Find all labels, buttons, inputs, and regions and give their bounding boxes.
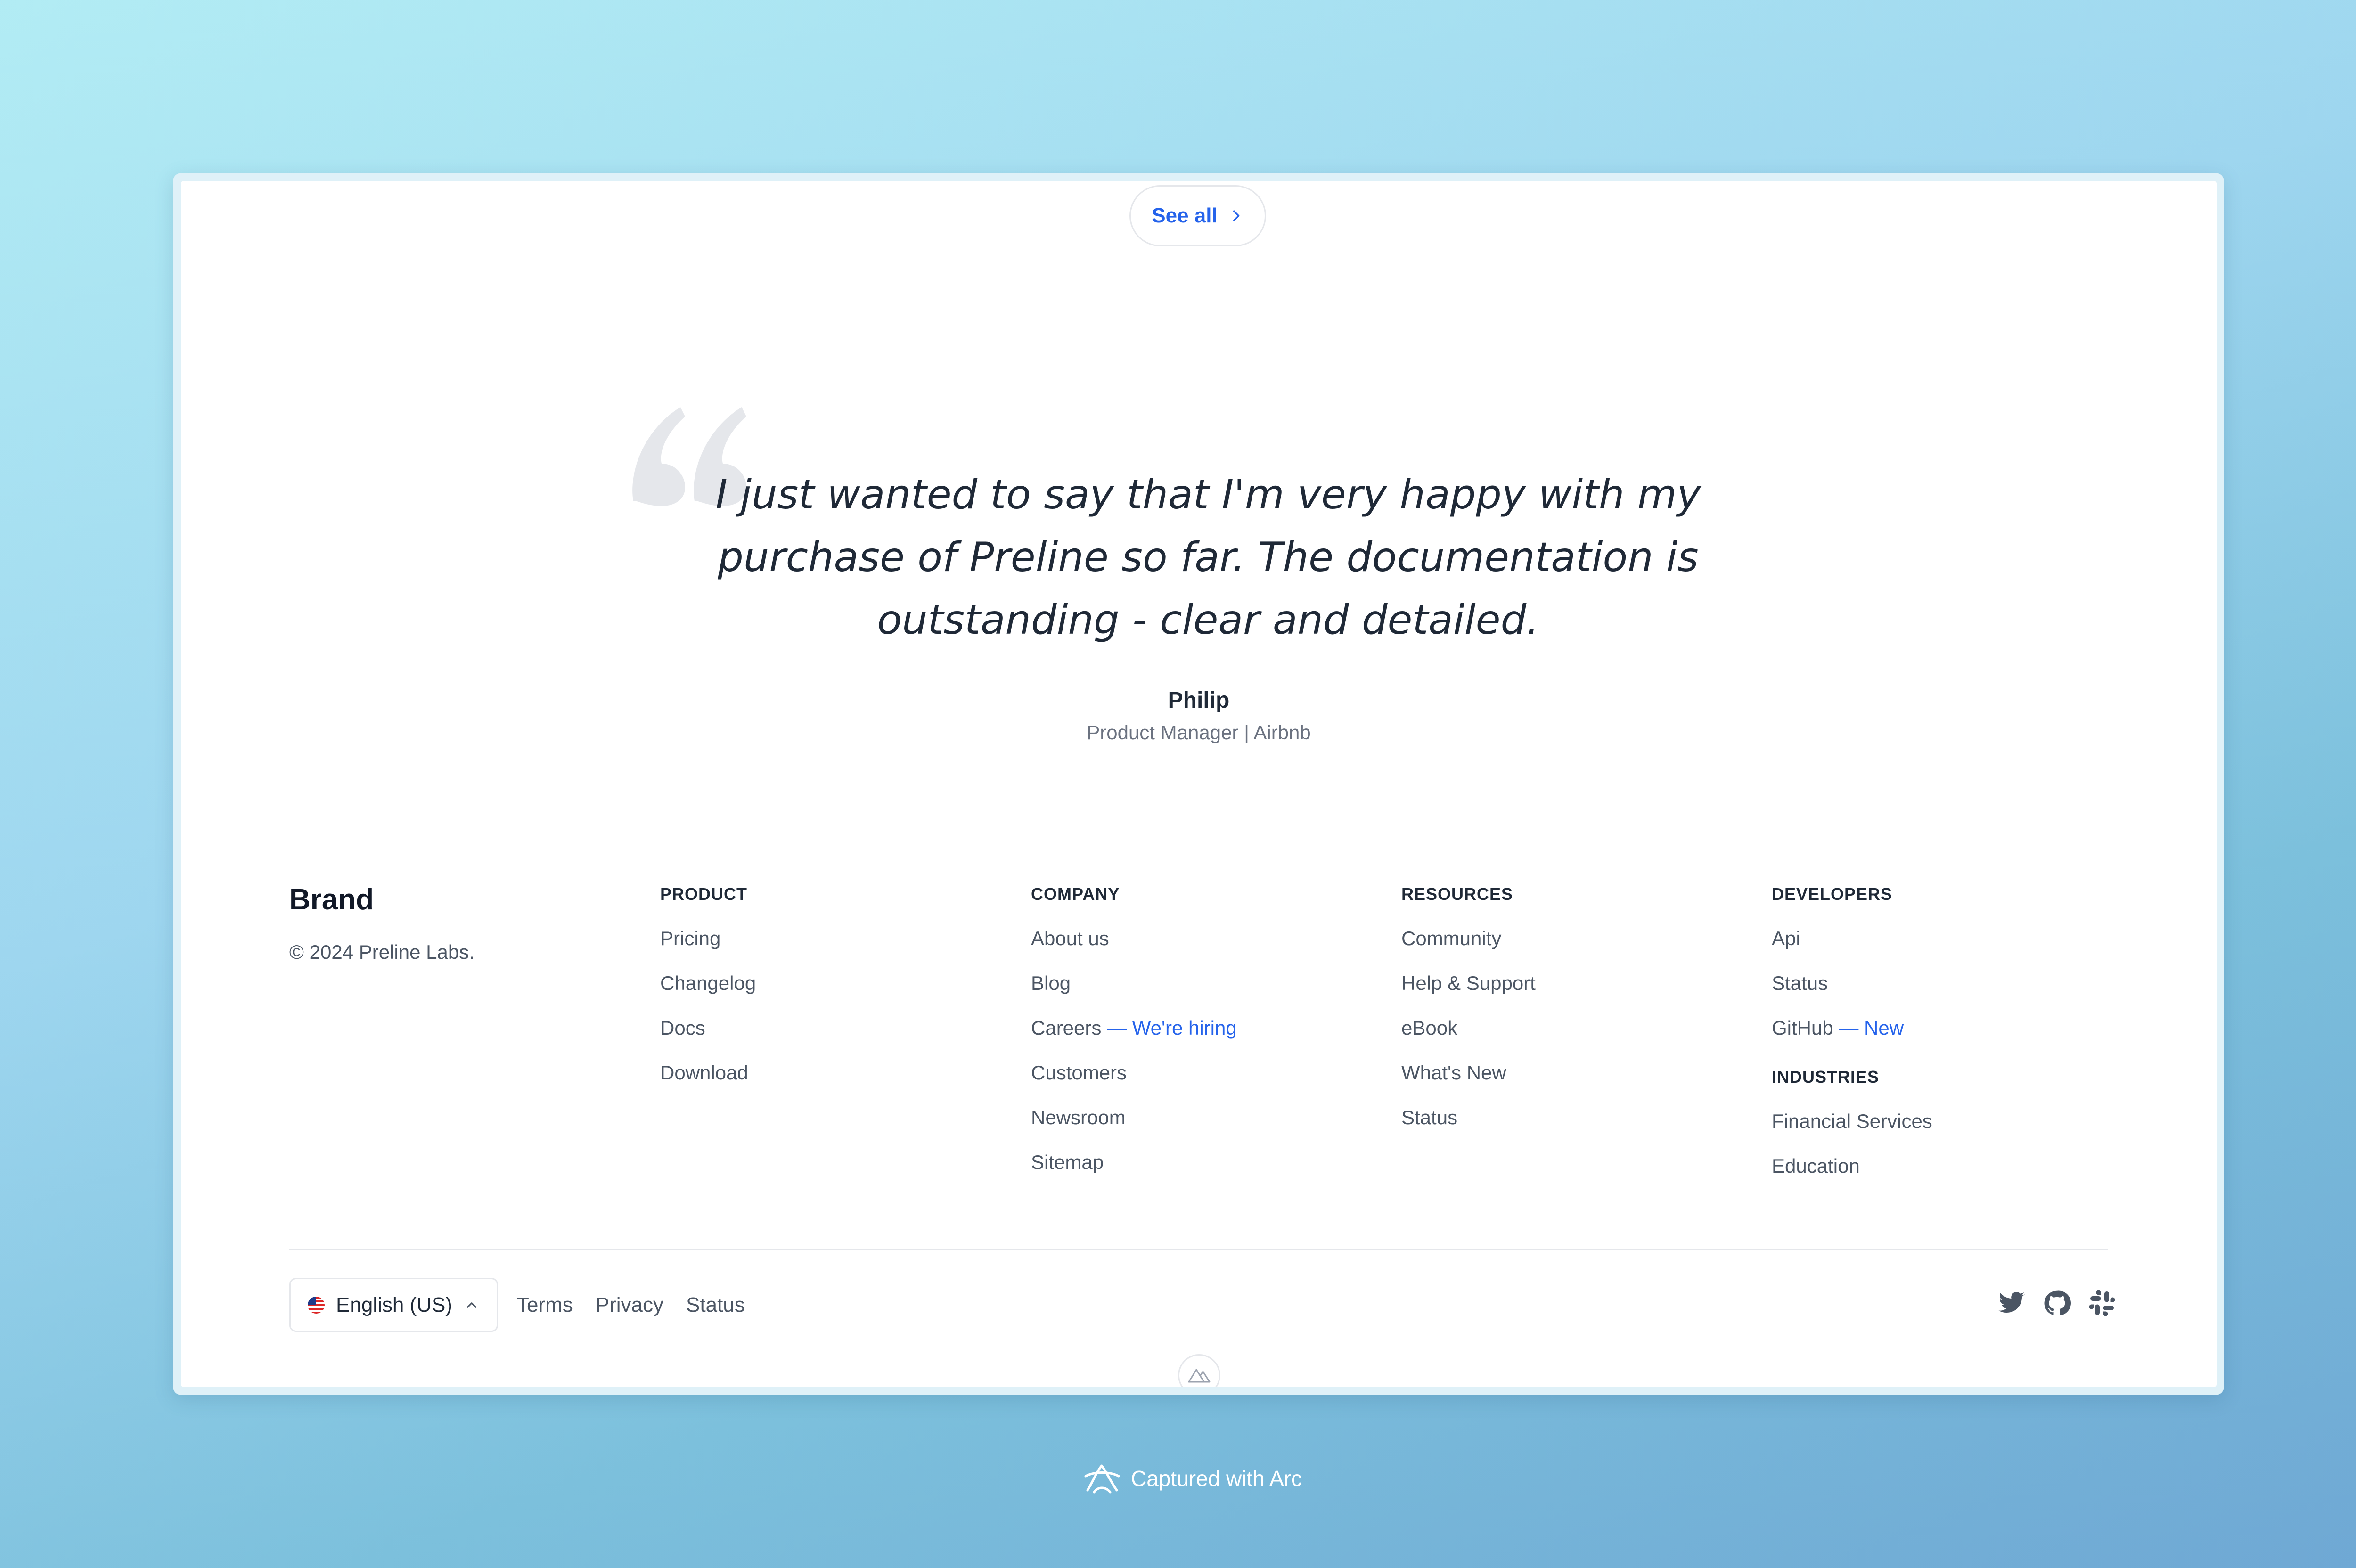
arc-caption-text: Captured with Arc — [1131, 1466, 1302, 1491]
footer-link-pricing[interactable]: Pricing — [660, 916, 756, 961]
footer-link-docs[interactable]: Docs — [660, 1005, 756, 1050]
footer-link-status[interactable]: Status — [1772, 961, 1932, 1005]
hiring-badge: — We're hiring — [1107, 1017, 1237, 1039]
arc-capture-caption: Captured with Arc — [1084, 1460, 1302, 1497]
new-badge: — New — [1839, 1017, 1904, 1039]
language-select-button[interactable]: English (US) — [289, 1278, 498, 1332]
footer-link-careers[interactable]: Careers — We're hiring — [1031, 1005, 1237, 1050]
github-icon[interactable] — [2043, 1289, 2071, 1317]
careers-label: Careers — [1031, 1017, 1102, 1039]
footer-column-heading: RESOURCES — [1401, 884, 1513, 904]
language-label: English (US) — [336, 1293, 452, 1316]
footer-column-company: COMPANY About us Blog Careers — We're hi… — [1031, 884, 1237, 1184]
testimonial-author: Philip — [1168, 688, 1230, 713]
nuxt-devtools-button[interactable] — [1178, 1354, 1220, 1387]
footer-column-heading: COMPANY — [1031, 884, 1120, 904]
page-viewport: See all I just wanted to say that I'm ve… — [181, 181, 2217, 1387]
footer-link-api[interactable]: Api — [1772, 916, 1932, 961]
footer-column-developers: DEVELOPERS Api Status GitHub — New INDUS… — [1772, 884, 1932, 1188]
footer-divider — [289, 1249, 2108, 1250]
status-link[interactable]: Status — [686, 1293, 745, 1317]
us-flag-icon — [308, 1296, 325, 1314]
footer-link-about-us[interactable]: About us — [1031, 916, 1237, 961]
twitter-icon[interactable] — [1997, 1289, 2026, 1317]
footer-column-heading: DEVELOPERS — [1772, 884, 1893, 904]
footer-link-customers[interactable]: Customers — [1031, 1050, 1237, 1095]
see-all-button[interactable]: See all — [1129, 185, 1266, 246]
footer-link-sitemap[interactable]: Sitemap — [1031, 1140, 1237, 1184]
footer-column-product: PRODUCT Pricing Changelog Docs Download — [660, 884, 756, 1095]
testimonial-role: Product Manager | Airbnb — [1087, 721, 1311, 743]
footer-link-changelog[interactable]: Changelog — [660, 961, 756, 1005]
footer-link-education[interactable]: Education — [1772, 1143, 1932, 1188]
footer-brand-logo[interactable]: Brand — [289, 883, 374, 916]
chevron-up-icon — [466, 1302, 477, 1308]
footer-link-help-support[interactable]: Help & Support — [1401, 961, 1536, 1005]
github-label: GitHub — [1772, 1017, 1833, 1039]
privacy-link[interactable]: Privacy — [596, 1293, 663, 1317]
footer-link-community[interactable]: Community — [1401, 916, 1536, 961]
footer-link-download[interactable]: Download — [660, 1050, 756, 1095]
footer-copyright: © 2024 Preline Labs. — [289, 941, 474, 963]
slack-icon[interactable] — [2088, 1289, 2116, 1317]
footer-column-heading: PRODUCT — [660, 884, 747, 904]
testimonial-quote: I just wanted to say that I'm very happy… — [715, 471, 1701, 644]
footer-column-resources: RESOURCES Community Help & Support eBook… — [1401, 884, 1536, 1140]
arc-logo-icon — [1084, 1464, 1120, 1494]
footer-link-newsroom[interactable]: Newsroom — [1031, 1095, 1237, 1140]
footer-link-ebook[interactable]: eBook — [1401, 1005, 1536, 1050]
see-all-label: See all — [1152, 204, 1218, 227]
social-links — [1997, 1284, 2116, 1322]
legal-links: Terms Privacy Status — [516, 1278, 745, 1332]
footer-link-github[interactable]: GitHub — New — [1772, 1005, 1932, 1050]
footer-link-status[interactable]: Status — [1401, 1095, 1536, 1140]
footer-link-whats-new[interactable]: What's New — [1401, 1050, 1536, 1095]
footer-link-financial-services[interactable]: Financial Services — [1772, 1099, 1932, 1143]
terms-link[interactable]: Terms — [516, 1293, 573, 1317]
footer-column-heading-industries: INDUSTRIES — [1772, 1067, 1880, 1086]
chevron-right-icon — [1233, 210, 1240, 221]
nuxt-logo-icon — [1188, 1369, 1211, 1383]
footer-link-blog[interactable]: Blog — [1031, 961, 1237, 1005]
